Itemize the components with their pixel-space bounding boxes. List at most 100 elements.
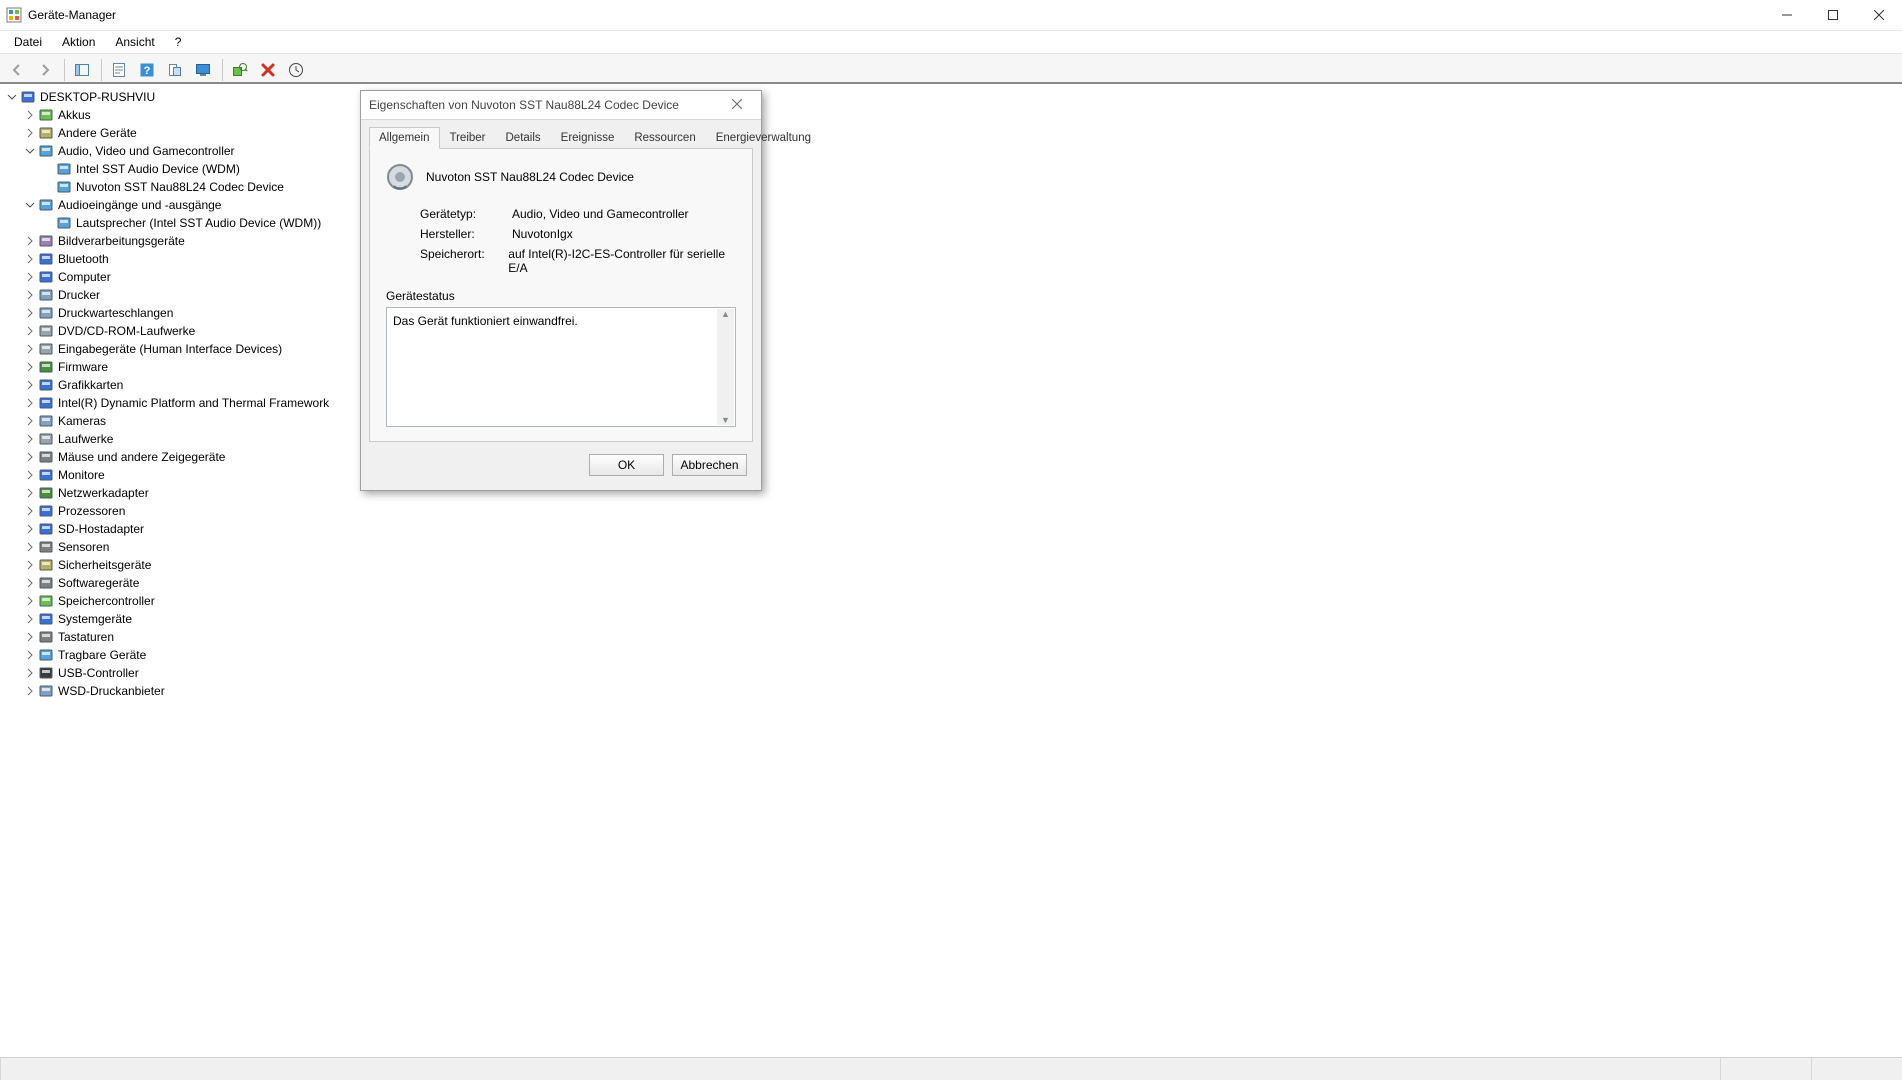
tree-category[interactable]: Bildverarbeitungsgeräte (6, 232, 1896, 250)
expander-icon[interactable] (24, 127, 36, 139)
tree-category[interactable]: Netzwerkadapter (6, 484, 1896, 502)
tree-category[interactable]: Audioeingänge und -ausgänge (6, 196, 1896, 214)
tree-root[interactable]: DESKTOP-RUSHVIU (6, 88, 1896, 106)
menu-action[interactable]: Aktion (54, 33, 103, 51)
tree-category[interactable]: Firmware (6, 358, 1896, 376)
help-button[interactable]: ? (134, 57, 160, 83)
expander-icon[interactable] (24, 451, 36, 463)
tree-category[interactable]: Akkus (6, 106, 1896, 124)
tree-category[interactable]: USB-Controller (6, 664, 1896, 682)
dialog-title-bar[interactable]: Eigenschaften von Nuvoton SST Nau88L24 C… (361, 91, 761, 120)
tab-power[interactable]: Energieverwaltung (706, 127, 821, 149)
minimize-button[interactable] (1764, 0, 1810, 30)
uninstall-button[interactable] (255, 57, 281, 83)
maximize-button[interactable] (1810, 0, 1856, 30)
device-tree[interactable]: DESKTOP-RUSHVIU Akkus Andere Geräte Audi… (0, 84, 1902, 1056)
properties-button[interactable] (106, 57, 132, 83)
expander-icon[interactable] (24, 649, 36, 661)
tree-node-label: Prozessoren (58, 504, 125, 518)
tree-category[interactable]: Computer (6, 268, 1896, 286)
expander-icon[interactable] (24, 325, 36, 337)
expander-icon[interactable] (24, 343, 36, 355)
expander-icon[interactable] (24, 487, 36, 499)
scroll-up-icon: ▲ (721, 309, 730, 319)
tree-category[interactable]: Eingabegeräte (Human Interface Devices) (6, 340, 1896, 358)
tree-category[interactable]: Sicherheitsgeräte (6, 556, 1896, 574)
action-icon (167, 62, 183, 78)
tree-category[interactable]: Prozessoren (6, 502, 1896, 520)
expander-icon[interactable] (24, 199, 36, 211)
tree-category[interactable]: WSD-Druckanbieter (6, 682, 1896, 700)
expander-icon[interactable] (24, 289, 36, 301)
tree-category[interactable]: Softwaregeräte (6, 574, 1896, 592)
expander-icon[interactable] (24, 235, 36, 247)
tab-resources[interactable]: Ressourcen (624, 127, 705, 149)
tree-category[interactable]: Andere Geräte (6, 124, 1896, 142)
update-driver-button[interactable] (283, 57, 309, 83)
ok-button[interactable]: OK (589, 454, 664, 476)
expander-icon[interactable] (24, 631, 36, 643)
close-button[interactable] (1856, 0, 1902, 30)
tab-events[interactable]: Ereignisse (551, 127, 625, 149)
expander-icon[interactable] (24, 667, 36, 679)
show-hide-tree-button[interactable] (69, 57, 95, 83)
scan-hardware-button[interactable] (227, 57, 253, 83)
tree-category[interactable]: Grafikkarten (6, 376, 1896, 394)
tree-category[interactable]: Intel(R) Dynamic Platform and Thermal Fr… (6, 394, 1896, 412)
expander-icon[interactable] (24, 361, 36, 373)
status-scrollbar[interactable]: ▲ ▼ (717, 309, 734, 425)
tree-category[interactable]: SD-Hostadapter (6, 520, 1896, 538)
expander-icon[interactable] (24, 379, 36, 391)
tab-driver[interactable]: Treiber (440, 127, 496, 149)
imaging-icon (38, 233, 54, 249)
tree-category[interactable]: Audio, Video und Gamecontroller (6, 142, 1896, 160)
menu-file[interactable]: Datei (6, 33, 50, 51)
menu-help[interactable]: ? (167, 33, 190, 51)
cancel-button[interactable]: Abbrechen (672, 454, 747, 476)
nav-back-button[interactable] (4, 57, 30, 83)
expander-icon[interactable] (24, 145, 36, 157)
tree-node-label: DESKTOP-RUSHVIU (40, 90, 155, 104)
tree-category[interactable]: Systemgeräte (6, 610, 1896, 628)
expander-icon[interactable] (24, 541, 36, 553)
tree-category[interactable]: Drucker (6, 286, 1896, 304)
expander-icon[interactable] (24, 685, 36, 697)
expander-icon[interactable] (24, 307, 36, 319)
expander-icon[interactable] (6, 91, 18, 103)
expander-icon[interactable] (24, 109, 36, 121)
tree-category[interactable]: Speichercontroller (6, 592, 1896, 610)
expander-icon[interactable] (24, 433, 36, 445)
tree-category[interactable]: Tragbare Geräte (6, 646, 1896, 664)
dialog-close-button[interactable] (721, 98, 753, 112)
tree-category[interactable]: Druckwarteschlangen (6, 304, 1896, 322)
expander-icon[interactable] (24, 397, 36, 409)
expander-icon[interactable] (24, 271, 36, 283)
expander-icon[interactable] (24, 253, 36, 265)
expander-icon[interactable] (24, 559, 36, 571)
expander-icon[interactable] (24, 505, 36, 517)
expander-icon[interactable] (24, 523, 36, 535)
monitor-button[interactable] (190, 57, 216, 83)
tree-category[interactable]: Mäuse und andere Zeigegeräte (6, 448, 1896, 466)
expander-icon[interactable] (24, 595, 36, 607)
tree-category[interactable]: Laufwerke (6, 430, 1896, 448)
tree-category[interactable]: Bluetooth (6, 250, 1896, 268)
tree-device[interactable]: Intel SST Audio Device (WDM) (6, 160, 1896, 178)
tab-general[interactable]: Allgemein (369, 127, 440, 149)
menu-view[interactable]: Ansicht (107, 33, 162, 51)
tree-category[interactable]: Sensoren (6, 538, 1896, 556)
action-button[interactable] (162, 57, 188, 83)
expander-icon[interactable] (24, 577, 36, 589)
expander-icon[interactable] (24, 469, 36, 481)
tab-details[interactable]: Details (496, 127, 551, 149)
tree-device[interactable]: Nuvoton SST Nau88L24 Codec Device (6, 178, 1896, 196)
tree-device[interactable]: Lautsprecher (Intel SST Audio Device (WD… (6, 214, 1896, 232)
tree-category[interactable]: Kameras (6, 412, 1896, 430)
expander-icon[interactable] (24, 613, 36, 625)
expander-icon[interactable] (24, 415, 36, 427)
nav-forward-button[interactable] (32, 57, 58, 83)
tree-category[interactable]: Tastaturen (6, 628, 1896, 646)
device-name: Nuvoton SST Nau88L24 Codec Device (426, 170, 634, 184)
tree-category[interactable]: DVD/CD-ROM-Laufwerke (6, 322, 1896, 340)
tree-category[interactable]: Monitore (6, 466, 1896, 484)
